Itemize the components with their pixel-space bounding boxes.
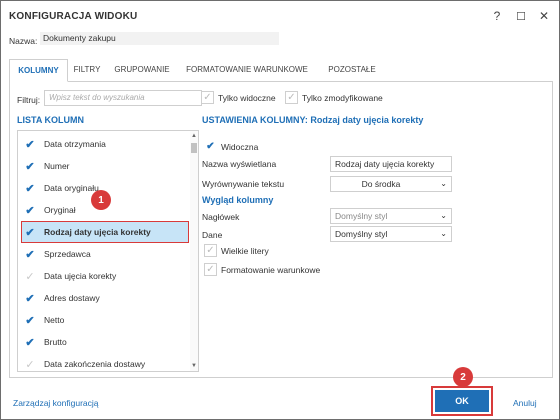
- check-icon[interactable]: ✔: [24, 314, 36, 327]
- tab-pozostale[interactable]: POZOSTAŁE: [319, 59, 385, 80]
- list-item[interactable]: ✔ Adres dostawy: [24, 288, 188, 308]
- header-style-label: Nagłówek: [202, 212, 240, 222]
- check-icon[interactable]: ✔: [24, 292, 36, 305]
- checkbox-icon: ✓: [204, 263, 217, 276]
- annotation-badge-2: 2: [453, 367, 473, 387]
- header-style-select[interactable]: Domyślny styl ⌄: [330, 208, 452, 224]
- conditional-format-checkbox[interactable]: ✓ Formatowanie warunkowe: [204, 263, 320, 276]
- list-item-label: Sprzedawca: [44, 249, 91, 259]
- check-icon[interactable]: ✔: [24, 204, 36, 217]
- list-scrollbar[interactable]: ▲ ▼: [190, 131, 198, 371]
- tab-formatowanie-warunkowe[interactable]: FORMATOWANIE WARUNKOWE: [183, 59, 311, 80]
- uppercase-label: Wielkie litery: [221, 245, 269, 256]
- name-label: Nazwa:: [9, 36, 38, 46]
- list-item[interactable]: ✔ Data otrzymania: [24, 134, 188, 154]
- list-item-label: Data oryginału: [44, 183, 99, 193]
- column-list: ✔ Data otrzymania ✔ Numer ✔ Data oryginału …: [17, 130, 199, 372]
- checkbox-icon: ✓: [204, 244, 217, 257]
- settings-title: USTAWIENIA KOLUMNY: Rodzaj daty ujęcia k…: [202, 115, 424, 125]
- manage-configuration-link[interactable]: Zarządzaj konfiguracją: [13, 398, 99, 408]
- text-align-select[interactable]: Do środka ⌄: [330, 176, 452, 192]
- filter-label: Filtruj:: [17, 95, 41, 105]
- check-icon[interactable]: ✓: [24, 270, 36, 283]
- list-item-label: Netto: [44, 315, 65, 325]
- list-item-selected[interactable]: ✔ Rodzaj daty ujęcia korekty: [21, 221, 189, 243]
- appearance-title: Wygląd kolumny: [202, 195, 274, 205]
- tab-strip: KOLUMNY FILTRY GRUPOWANIE FORMATOWANIE W…: [9, 59, 553, 82]
- configuration-dialog: KONFIGURACJA WIDOKU ? ☐ ✕ Nazwa: Dokumen…: [0, 0, 560, 420]
- checkbox-icon: ✓: [285, 91, 298, 104]
- list-item[interactable]: ✔ Numer: [24, 156, 188, 176]
- only-visible-label: Tylko widoczne: [218, 92, 276, 103]
- data-style-select[interactable]: Domyślny styl ⌄: [330, 226, 452, 242]
- list-item-label: Rodzaj daty ujęcia korekty: [44, 227, 151, 237]
- list-item-label: Brutto: [44, 337, 67, 347]
- annotation-badge-1: 1: [91, 190, 111, 210]
- tab-content: Filtruj: Wpisz tekst do wyszukania ✓ Tyl…: [9, 81, 553, 378]
- column-list-title: LISTA KOLUMN: [17, 115, 84, 125]
- only-modified-checkbox[interactable]: ✓ Tylko zmodyfikowane: [285, 91, 383, 104]
- list-item[interactable]: ✔ Sprzedawca: [24, 244, 188, 264]
- list-item-label: Numer: [44, 161, 70, 171]
- name-field[interactable]: Dokumenty zakupu: [40, 32, 279, 45]
- list-item[interactable]: ✓ Data ujęcia korekty: [24, 266, 188, 286]
- scroll-up-icon[interactable]: ▲: [190, 133, 198, 139]
- text-align-label: Wyrównywanie tekstu: [202, 179, 285, 189]
- chevron-down-icon: ⌄: [440, 179, 447, 188]
- list-item[interactable]: ✓ Data zakończenia dostawy: [24, 354, 188, 371]
- chevron-down-icon: ⌄: [440, 229, 447, 238]
- display-name-label: Nazwa wyświetlana: [202, 159, 277, 169]
- list-item[interactable]: ✔ Brutto: [24, 332, 188, 352]
- visible-label: Widoczna: [221, 141, 259, 152]
- maximize-icon[interactable]: ☐: [512, 7, 530, 25]
- tab-kolumny[interactable]: KOLUMNY: [9, 59, 68, 82]
- tab-filtry[interactable]: FILTRY: [69, 59, 105, 80]
- uppercase-checkbox[interactable]: ✓ Wielkie litery: [204, 244, 269, 257]
- ok-button[interactable]: OK: [431, 386, 493, 416]
- check-icon[interactable]: ✔: [24, 160, 36, 173]
- close-icon[interactable]: ✕: [535, 7, 553, 25]
- list-item-label: Adres dostawy: [44, 293, 100, 303]
- only-visible-checkbox[interactable]: ✓ Tylko widoczne: [201, 91, 276, 104]
- check-icon[interactable]: ✓: [24, 358, 36, 371]
- check-icon: ✔: [206, 140, 215, 152]
- scroll-down-icon[interactable]: ▼: [190, 363, 198, 369]
- check-icon[interactable]: ✔: [24, 138, 36, 151]
- check-icon[interactable]: ✔: [24, 336, 36, 349]
- title-bar: KONFIGURACJA WIDOKU ? ☐ ✕: [1, 1, 559, 31]
- list-item-label: Data zakończenia dostawy: [44, 359, 146, 369]
- checkbox-icon: ✓: [201, 91, 214, 104]
- list-item[interactable]: ✔ Netto: [24, 310, 188, 330]
- list-item-label: Oryginał: [44, 205, 76, 215]
- text-align-value: Do środka: [361, 179, 401, 189]
- display-name-field[interactable]: Rodzaj daty ujęcia korekty: [330, 156, 452, 172]
- cancel-link[interactable]: Anuluj: [513, 398, 537, 408]
- header-style-value: Domyślny styl: [335, 211, 388, 221]
- visible-checkbox[interactable]: ✔ Widoczna: [204, 140, 258, 153]
- chevron-down-icon: ⌄: [440, 211, 447, 220]
- scroll-thumb[interactable]: [191, 143, 197, 153]
- list-item-label: Data otrzymania: [44, 139, 106, 149]
- only-modified-label: Tylko zmodyfikowane: [302, 92, 383, 103]
- help-icon[interactable]: ?: [488, 7, 506, 25]
- check-icon[interactable]: ✔: [24, 226, 36, 239]
- check-icon[interactable]: ✔: [24, 182, 36, 195]
- check-icon[interactable]: ✔: [24, 248, 36, 261]
- data-style-label: Dane: [202, 230, 223, 240]
- filter-search-input[interactable]: Wpisz tekst do wyszukania: [44, 90, 202, 106]
- list-item-label: Data ujęcia korekty: [44, 271, 117, 281]
- conditional-format-label: Formatowanie warunkowe: [221, 264, 321, 275]
- tab-grupowanie[interactable]: GRUPOWANIE: [109, 59, 175, 80]
- dialog-title: KONFIGURACJA WIDOKU: [9, 11, 138, 22]
- data-style-value: Domyślny styl: [335, 229, 388, 239]
